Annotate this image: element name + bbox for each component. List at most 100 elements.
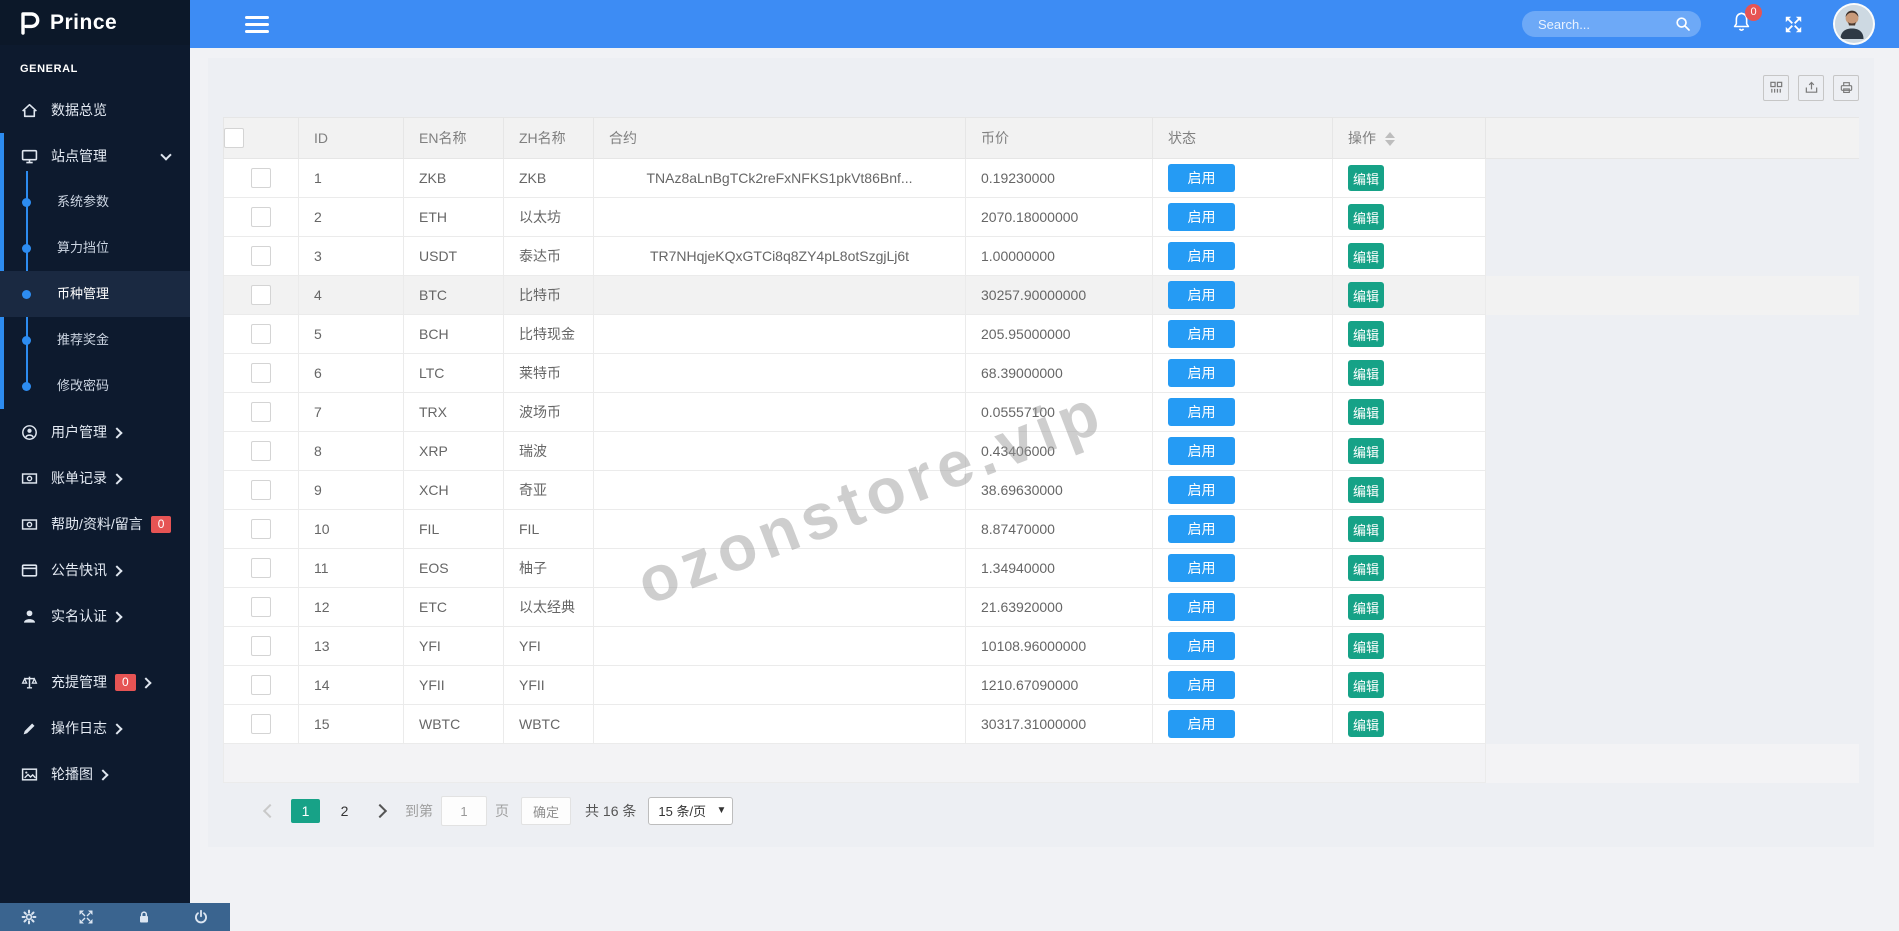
status-enable-button[interactable]: 启用 [1168,359,1235,387]
submenu-item-system-params[interactable]: 系统参数 [0,179,190,225]
cell-contract [593,704,966,744]
prev-page-icon[interactable] [262,803,278,819]
row-checkbox[interactable] [251,597,271,617]
table-row: 2 ETH 以太坊 2070.18000000 启用 编辑 [223,197,1859,237]
edit-button[interactable]: 编辑 [1348,555,1385,581]
row-checkbox[interactable] [251,714,271,734]
status-enable-button[interactable]: 启用 [1168,203,1235,231]
power-icon[interactable] [193,909,209,925]
status-enable-button[interactable]: 启用 [1168,437,1235,465]
expand-icon[interactable] [78,909,94,925]
sidebar-item-announcements[interactable]: 公告快讯 [0,547,190,593]
page-button-1[interactable]: 1 [291,799,320,823]
sidebar-item-user-management[interactable]: 用户管理 [0,409,190,455]
row-checkbox[interactable] [251,636,271,656]
row-checkbox[interactable] [251,441,271,461]
status-enable-button[interactable]: 启用 [1168,515,1235,543]
status-enable-button[interactable]: 启用 [1168,554,1235,582]
print-button[interactable] [1833,74,1859,101]
cell-price: 0.43406000 [965,431,1153,471]
columns-button[interactable] [1763,74,1789,101]
sidebar-item-deposit-withdrawal[interactable]: 充提管理 0 [0,659,190,705]
gear-icon[interactable] [21,909,37,925]
deposit-badge: 0 [115,673,136,691]
row-checkbox[interactable] [251,675,271,695]
cell-status: 启用 [1152,665,1333,705]
fullscreen-button[interactable] [1784,15,1803,34]
status-enable-button[interactable]: 启用 [1168,242,1235,270]
edit-button[interactable]: 编辑 [1348,321,1385,347]
edit-button[interactable]: 编辑 [1348,594,1385,620]
cell-price: 205.95000000 [965,314,1153,354]
status-enable-button[interactable]: 启用 [1168,593,1235,621]
cell-en-name: BTC [403,275,504,315]
row-select-cell [223,509,299,549]
row-checkbox[interactable] [251,363,271,383]
sidebar-item-carousel[interactable]: 轮播图 [0,751,190,797]
goto-confirm-button[interactable]: 确定 [521,797,572,825]
status-enable-button[interactable]: 启用 [1168,632,1235,660]
submenu-item-referral-bonus[interactable]: 推荐奖金 [0,317,190,363]
row-checkbox[interactable] [251,519,271,539]
sidebar-item-help-messages[interactable]: 帮助/资料/留言 0 [0,501,190,547]
row-checkbox[interactable] [251,246,271,266]
next-page-icon[interactable] [372,803,388,819]
sidebar-item-dashboard[interactable]: 数据总览 [0,87,190,133]
avatar[interactable] [1833,3,1875,45]
row-checkbox[interactable] [251,207,271,227]
status-enable-button[interactable]: 启用 [1168,281,1235,309]
status-enable-button[interactable]: 启用 [1168,164,1235,192]
edit-button[interactable]: 编辑 [1348,711,1385,737]
export-button[interactable] [1798,74,1824,101]
search-icon[interactable] [1675,16,1691,32]
goto-page-input[interactable] [441,796,487,826]
edit-button[interactable]: 编辑 [1348,399,1385,425]
submenu-item-change-password[interactable]: 修改密码 [0,363,190,409]
edit-button[interactable]: 编辑 [1348,633,1385,659]
cell-price: 30317.31000000 [965,704,1153,744]
status-enable-button[interactable]: 启用 [1168,320,1235,348]
cell-contract [593,548,966,588]
page-size-select[interactable]: 15 条/页 [648,797,734,825]
submenu-item-hashrate-tiers[interactable]: 算力挡位 [0,225,190,271]
edit-button[interactable]: 编辑 [1348,438,1385,464]
edit-button[interactable]: 编辑 [1348,360,1385,386]
status-enable-button[interactable]: 启用 [1168,476,1235,504]
notifications-button[interactable]: 0 [1731,3,1762,38]
status-enable-button[interactable]: 启用 [1168,710,1235,738]
edit-button[interactable]: 编辑 [1348,672,1385,698]
sidebar-item-billing-records[interactable]: 账单记录 [0,455,190,501]
lock-icon[interactable] [136,909,152,925]
edit-button[interactable]: 编辑 [1348,165,1385,191]
edit-button[interactable]: 编辑 [1348,204,1385,230]
edit-button[interactable]: 编辑 [1348,282,1385,308]
cell-action: 编辑 [1332,431,1486,471]
sidebar-item-identity-verification[interactable]: 实名认证 [0,593,190,639]
cell-status: 启用 [1152,626,1333,666]
hamburger-menu[interactable] [245,15,269,33]
edit-button[interactable]: 编辑 [1348,243,1385,269]
search-input[interactable] [1536,15,1675,33]
row-checkbox[interactable] [251,168,271,188]
header-action: 操作 [1332,117,1486,159]
row-checkbox[interactable] [251,324,271,344]
status-enable-button[interactable]: 启用 [1168,398,1235,426]
edit-button[interactable]: 编辑 [1348,516,1385,542]
sidebar-item-site-management[interactable]: 站点管理 [0,133,190,179]
row-checkbox[interactable] [251,285,271,305]
sort-icon[interactable] [1385,132,1395,147]
row-checkbox[interactable] [251,558,271,578]
edit-button[interactable]: 编辑 [1348,477,1385,503]
status-enable-button[interactable]: 启用 [1168,671,1235,699]
cell-status: 启用 [1152,509,1333,549]
sidebar-item-operation-logs[interactable]: 操作日志 [0,705,190,751]
select-all-checkbox[interactable] [224,128,244,148]
submenu-item-coin-management[interactable]: 币种管理 [0,271,190,317]
cell-status: 启用 [1152,431,1333,471]
brand-logo-icon [21,11,40,35]
page-button-2[interactable]: 2 [330,799,359,823]
cell-en-name: ETC [403,587,504,627]
row-checkbox[interactable] [251,480,271,500]
row-select-cell [223,431,299,471]
row-checkbox[interactable] [251,402,271,422]
